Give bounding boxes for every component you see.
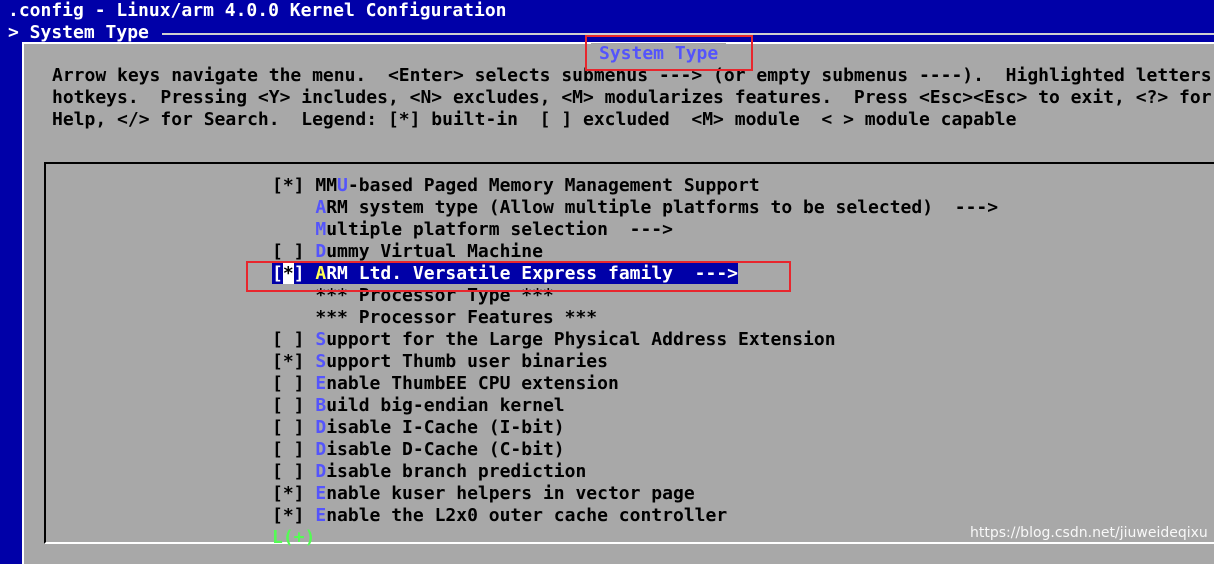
menu-item[interactable]: [ ] Disable I-Cache (I-bit) [272,417,565,439]
help-text-line-2: hotkeys. Pressing <Y> includes, <N> excl… [52,87,1212,108]
menu-item-label: Disable branch prediction [315,461,587,482]
menu-item-hotkey: M [315,219,327,240]
menu-item[interactable]: [*] Support Thumb user binaries [272,351,608,373]
menu-item[interactable]: ARM system type (Allow multiple platform… [272,197,998,219]
menu-item-hotkey: D [315,439,327,460]
menu-item[interactable]: [*] Enable kuser helpers in vector page [272,483,695,505]
menu-item[interactable]: [ ] Disable branch prediction [272,461,586,483]
menu-item-checkbox: [*] [272,505,316,526]
menu-item[interactable]: [ ] Support for the Large Physical Addre… [272,329,836,351]
menu-item-hotkey: A [315,197,327,218]
menu-item-hotkey: U [337,175,348,196]
menu-item-checkbox [272,219,315,240]
menu-item[interactable]: *** Processor Features *** [272,307,597,329]
watermark: https://blog.csdn.net/jiuweideqixu [970,525,1208,541]
menu-item-checkbox: [ ] [272,329,316,350]
more-indicator: L(+) [272,527,316,548]
menu-item-label: Enable ThumbEE CPU extension [315,373,619,394]
menu-item-label: Enable the L2x0 outer cache controller [315,505,728,526]
menu-item-label: Support Thumb user binaries [315,351,608,372]
menu-item[interactable]: [ ] Dummy Virtual Machine [272,241,543,263]
menu-item-checkbox: [*] [272,175,316,196]
help-text-line-3: Help, </> for Search. Legend: [*] built-… [52,109,1017,130]
menu-item-hotkey: S [315,329,327,350]
menu-item-checkbox [272,307,315,328]
menu-item[interactable]: [ ] Disable D-Cache (C-bit) [272,439,565,461]
menu-item-label: MMU-based Paged Memory Management Suppor… [315,175,760,196]
menu-item-label: Disable D-Cache (C-bit) [315,439,565,460]
menu-item-hotkey: D [315,417,327,438]
menu-item-checkbox: [ ] [272,417,316,438]
menu-item-label: Disable I-Cache (I-bit) [315,417,565,438]
breadcrumb: > System Type [8,22,149,43]
menu-item-label: Support for the Large Physical Address E… [315,329,836,350]
menu-item[interactable]: [*] MMU-based Paged Memory Management Su… [272,175,760,197]
menu-item-hotkey: E [315,505,327,526]
menu-item[interactable]: Multiple platform selection ---> [272,219,673,241]
menu-item-checkbox: [ ] [272,461,316,482]
menu-item[interactable]: [ ] Build big-endian kernel [272,395,565,417]
menu-item-hotkey: D [315,241,327,262]
menu-item-checkbox: [ ] [272,439,316,460]
menu-item-label: Dummy Virtual Machine [315,241,543,262]
annotation-box-selected-item [246,261,791,292]
menu-item-label: Build big-endian kernel [315,395,565,416]
menu-item-hotkey: E [315,373,327,394]
menu-item-hotkey: S [315,351,327,372]
menu-item-label: Multiple platform selection ---> [315,219,673,240]
annotation-box-title [585,35,753,71]
menu-item-checkbox: [ ] [272,241,316,262]
menu-item-label: *** Processor Features *** [315,307,598,328]
menu-item-hotkey: D [315,461,327,482]
menu-item-checkbox: [*] [272,351,316,372]
menu-item-hotkey: B [315,395,327,416]
menu-item-hotkey: E [315,483,327,504]
menu-item-label: ARM system type (Allow multiple platform… [315,197,999,218]
window-title: .config - Linux/arm 4.0.0 Kernel Configu… [8,0,507,21]
menu-item-checkbox: [ ] [272,373,316,394]
menu-item[interactable]: [ ] Enable ThumbEE CPU extension [272,373,619,395]
menu-item-checkbox: [ ] [272,395,316,416]
menu-item-checkbox: [*] [272,483,316,504]
menu-item-label: Enable kuser helpers in vector page [315,483,695,504]
menu-item-checkbox [272,197,315,218]
menu-item[interactable]: [*] Enable the L2x0 outer cache controll… [272,505,727,527]
